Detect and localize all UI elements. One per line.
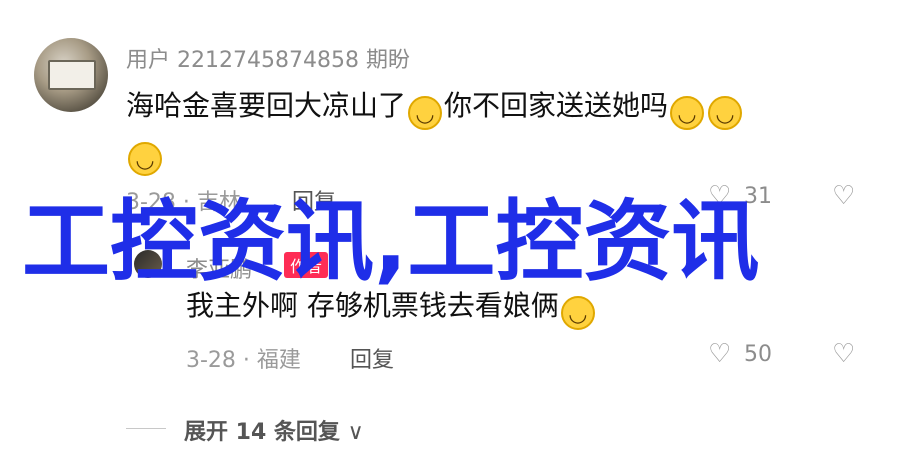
reply-dislike-broken-heart-icon[interactable]: ♡ [832,339,855,369]
comment-text: 海哈金喜要回大凉山了 ◡ 你不回家送送她吗 ◡ ◡ ◡ [126,84,866,176]
laugh-cry-emoji-icon: ◡ [560,296,595,330]
reply-like-count: 50 [744,342,772,367]
commenter-username[interactable]: 用户 2212745874858 期盼 [126,42,410,74]
commenter-avatar[interactable] [34,38,108,112]
grin-emoji-icon: ◡ [408,96,443,130]
reply-date-location: 3-28 · 福建 [186,348,301,373]
laugh-cry-emoji-icon: ◡ [708,96,743,130]
reply-text-content: 我主外啊 存够机票钱去看娘俩 [186,289,559,322]
laugh-cry-emoji-icon: ◡ [128,142,162,176]
laugh-cry-emoji-icon: ◡ [670,96,705,130]
reply-reply-button[interactable]: 回复 [350,342,394,374]
chevron-down-icon: ∨ [347,420,364,445]
expand-replies-label: 展开 14 条回复 [184,420,340,445]
watermark-text: 工控资讯,工控资讯 [22,190,760,293]
comment-text-part2: 你不回家送送她吗 [444,89,669,122]
expand-replies-button[interactable]: 展开 14 条回复 ∨ [184,414,364,446]
expand-divider [126,428,166,429]
comment-text-part1: 海哈金喜要回大凉山了 [126,89,407,122]
comment-dislike-broken-heart-icon[interactable]: ♡ [832,181,855,211]
reply-like-heart-icon[interactable]: ♡ [708,339,731,369]
